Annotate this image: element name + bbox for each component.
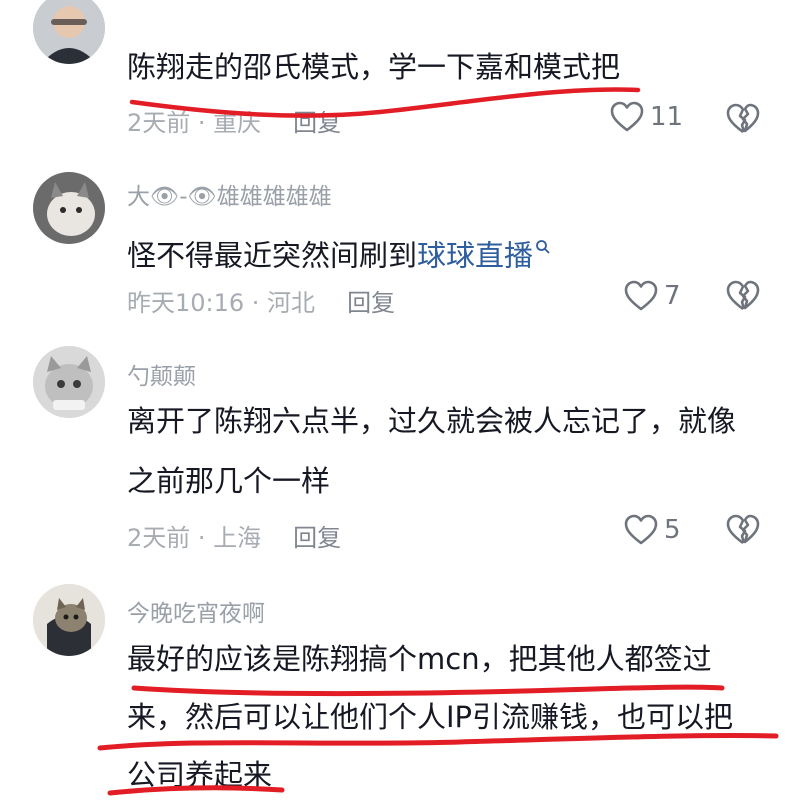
- username[interactable]: 勺颠颠: [127, 357, 196, 391]
- comment-text: 陈翔走的邵氏模式，学一下嘉和模式把: [127, 50, 621, 84]
- comment-meta: 昨天10:16 · 河北 回复: [127, 283, 395, 318]
- time-location: 2天前 · 上海: [127, 524, 262, 552]
- comment-meta: 2天前 · 上海 回复: [127, 518, 341, 553]
- broken-heart-icon: [726, 280, 760, 311]
- dislike-button[interactable]: [726, 103, 760, 135]
- search-icon[interactable]: [535, 216, 551, 274]
- like-count: 11: [650, 102, 684, 132]
- comment-text-plain: 怪不得最近突然间刷到: [127, 238, 418, 273]
- comment-3: 勺颠颠 离开了陈翔六点半，过久就会被人忘记了，就像 之前那几个一样 2天前 · …: [0, 330, 799, 570]
- username[interactable]: 今晚吃宵夜啊: [127, 594, 265, 628]
- comment-text-line-2: 之前那几个一样: [127, 464, 331, 498]
- dislike-button[interactable]: [726, 514, 760, 546]
- avatar[interactable]: [33, 0, 105, 64]
- heart-outline-icon: [624, 514, 658, 545]
- broken-heart-icon: [726, 514, 760, 545]
- time-location: 昨天10:16 · 河北: [127, 289, 316, 317]
- like-button[interactable]: 7: [624, 280, 681, 312]
- avatar[interactable]: [33, 346, 105, 418]
- comment-1: 陈翔走的邵氏模式，学一下嘉和模式把 2天前 · 重庆 回复 11: [0, 0, 799, 160]
- like-button[interactable]: 5: [624, 514, 681, 546]
- like-button[interactable]: 11: [610, 101, 683, 133]
- comment-text: 怪不得最近突然间刷到球球直播: [127, 216, 551, 285]
- reply-button[interactable]: 回复: [293, 109, 341, 137]
- reply-button[interactable]: 回复: [347, 289, 395, 317]
- comment-meta: 2天前 · 重庆 回复: [127, 103, 341, 138]
- comment-text-line-1: 最好的应该是陈翔搞个mcn，把其他人都签过: [127, 642, 712, 676]
- search-link[interactable]: 球球直播: [417, 239, 533, 273]
- dislike-button[interactable]: [726, 280, 760, 312]
- comment-2: 大👁-👁雄雄雄雄雄 怪不得最近突然间刷到球球直播 昨天10:16 · 河北 回复 …: [0, 160, 799, 330]
- avatar[interactable]: [33, 584, 105, 656]
- like-count: 7: [664, 281, 681, 311]
- comment-text-line-3: 公司养起来: [127, 758, 273, 792]
- heart-outline-icon: [624, 280, 658, 311]
- comment-text-line-1: 离开了陈翔六点半，过久就会被人忘记了，就像: [127, 404, 737, 438]
- username[interactable]: 大👁-👁雄雄雄雄雄: [127, 177, 332, 211]
- time-location: 2天前 · 重庆: [127, 109, 262, 137]
- like-count: 5: [664, 515, 681, 545]
- avatar[interactable]: [33, 172, 105, 244]
- comment-4: 今晚吃宵夜啊 最好的应该是陈翔搞个mcn，把其他人都签过 来，然后可以让他们个人…: [0, 570, 799, 800]
- comment-text-line-2: 来，然后可以让他们个人IP引流赚钱，也可以把: [127, 700, 734, 734]
- reply-button[interactable]: 回复: [293, 524, 341, 552]
- broken-heart-icon: [726, 103, 760, 134]
- heart-outline-icon: [610, 101, 644, 132]
